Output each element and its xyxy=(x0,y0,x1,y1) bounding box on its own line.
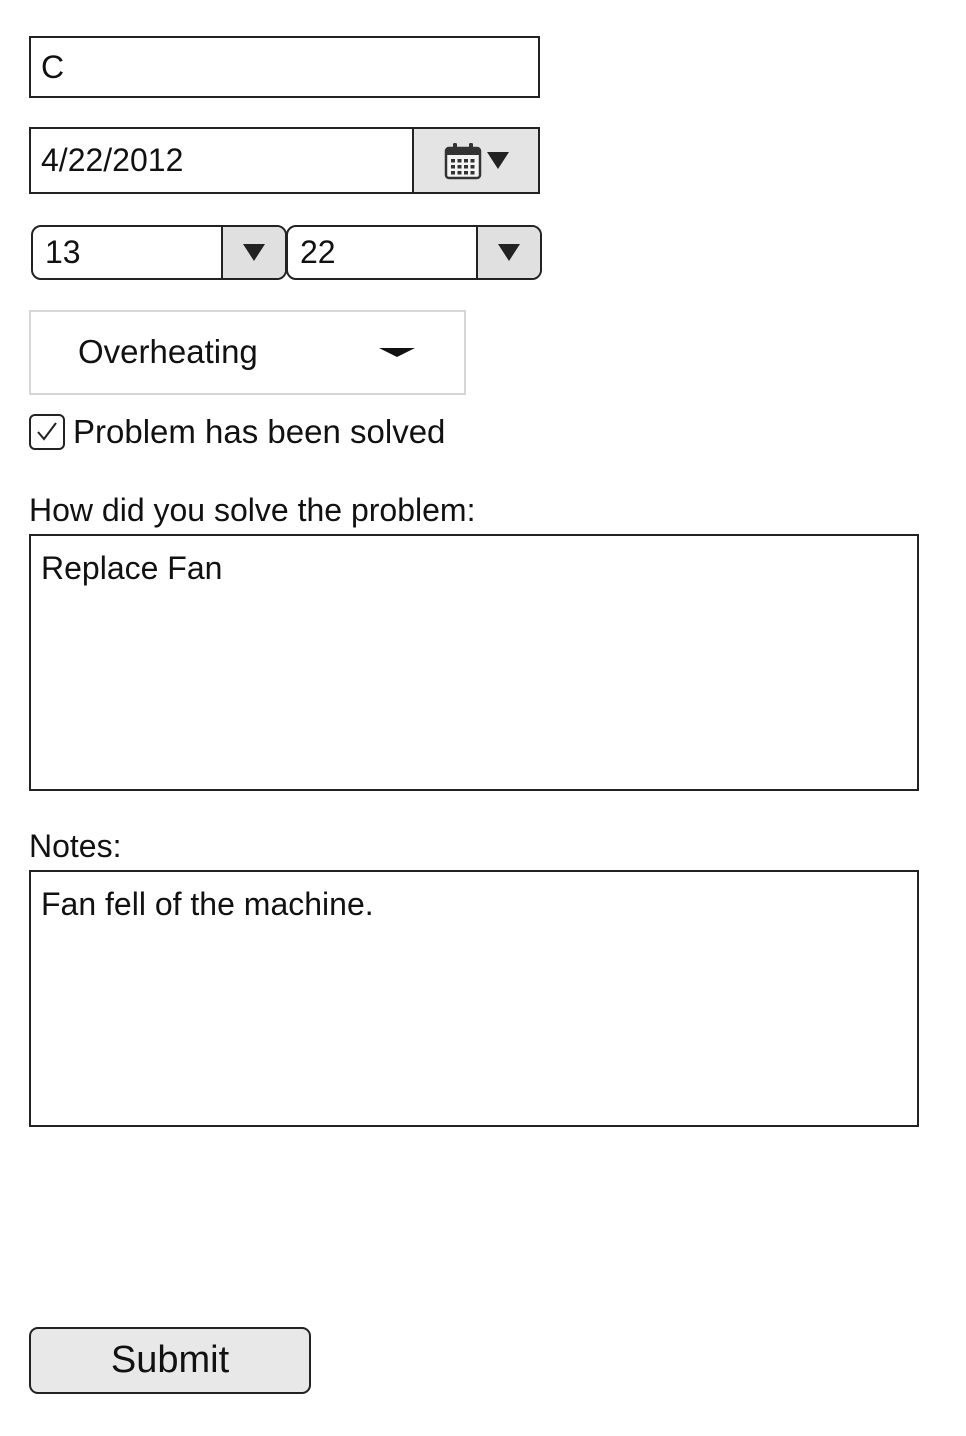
minute-dropdown-button[interactable] xyxy=(476,227,540,278)
minute-select[interactable]: 22 xyxy=(286,225,542,280)
notes-textarea[interactable]: Fan fell of the machine. xyxy=(29,870,919,1127)
chevron-down-icon xyxy=(487,152,509,169)
solved-checkbox-row[interactable]: Problem has been solved xyxy=(29,410,445,454)
solved-checkbox-label: Problem has been solved xyxy=(73,413,446,450)
calendar-icon xyxy=(444,142,482,179)
date-value[interactable]: 4/22/2012 xyxy=(31,129,412,192)
dropdown-selected-value: Overheating xyxy=(78,333,258,370)
problem-type-dropdown[interactable]: Overheating xyxy=(29,310,466,395)
chevron-down-icon xyxy=(243,244,265,261)
hour-select[interactable]: 13 xyxy=(31,225,287,280)
minute-value[interactable]: 22 xyxy=(288,227,476,278)
name-input[interactable]: C xyxy=(29,36,540,98)
caret-down-icon xyxy=(379,348,415,357)
hour-value[interactable]: 13 xyxy=(33,227,221,278)
checkmark-icon xyxy=(37,422,57,441)
solution-label: How did you solve the problem: xyxy=(29,492,476,528)
notes-label: Notes: xyxy=(29,828,122,864)
chevron-down-icon xyxy=(498,244,520,261)
hour-dropdown-button[interactable] xyxy=(221,227,285,278)
solution-textarea[interactable]: Replace Fan xyxy=(29,534,919,791)
date-picker[interactable]: 4/22/2012 xyxy=(29,127,540,194)
submit-button[interactable]: Submit xyxy=(29,1327,311,1394)
solved-checkbox[interactable] xyxy=(29,414,65,450)
date-picker-button[interactable] xyxy=(412,129,538,192)
